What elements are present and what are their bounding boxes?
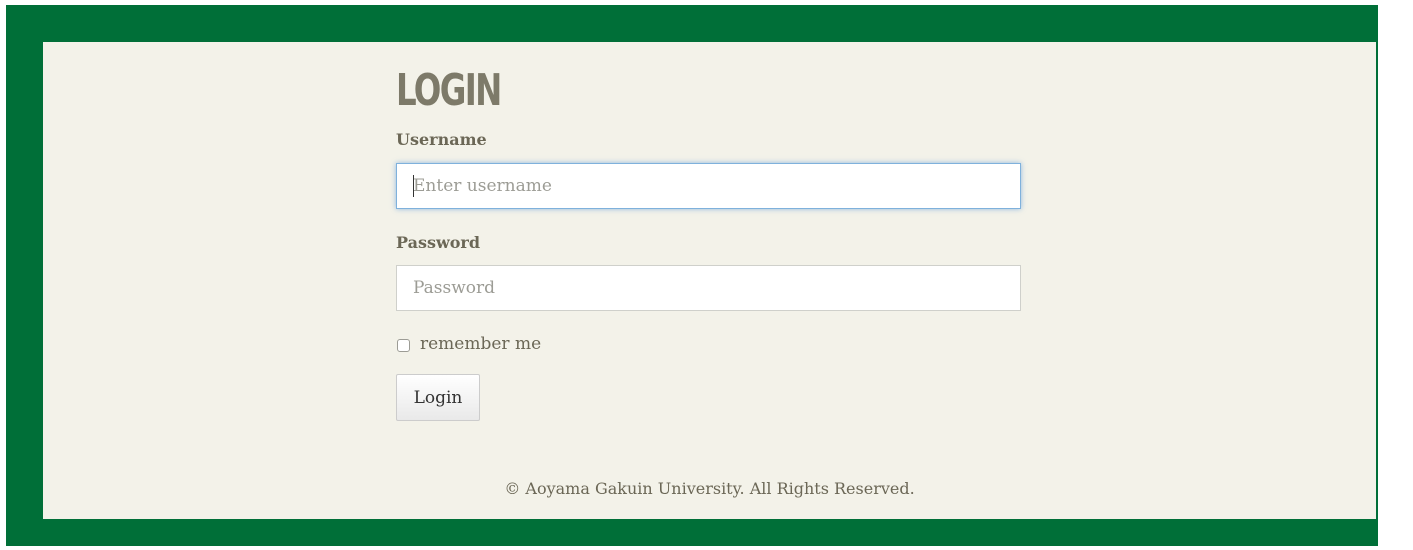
remember-me-row[interactable]: remember me: [396, 334, 541, 354]
password-label: Password: [396, 233, 481, 252]
remember-me-checkbox[interactable]: [397, 339, 410, 352]
login-button[interactable]: Login: [396, 374, 480, 421]
text-caret: [413, 175, 414, 197]
password-input[interactable]: [396, 265, 1021, 311]
remember-me-label[interactable]: remember me: [420, 334, 541, 354]
green-frame: LOGIN Username Password remember me Logi…: [6, 5, 1378, 546]
page-title: LOGIN: [396, 65, 502, 116]
copyright-footer: © Aoyama Gakuin University. All Rights R…: [504, 479, 915, 498]
login-panel: LOGIN Username Password remember me Logi…: [43, 42, 1376, 519]
username-label: Username: [396, 130, 487, 149]
username-input[interactable]: [396, 163, 1021, 209]
